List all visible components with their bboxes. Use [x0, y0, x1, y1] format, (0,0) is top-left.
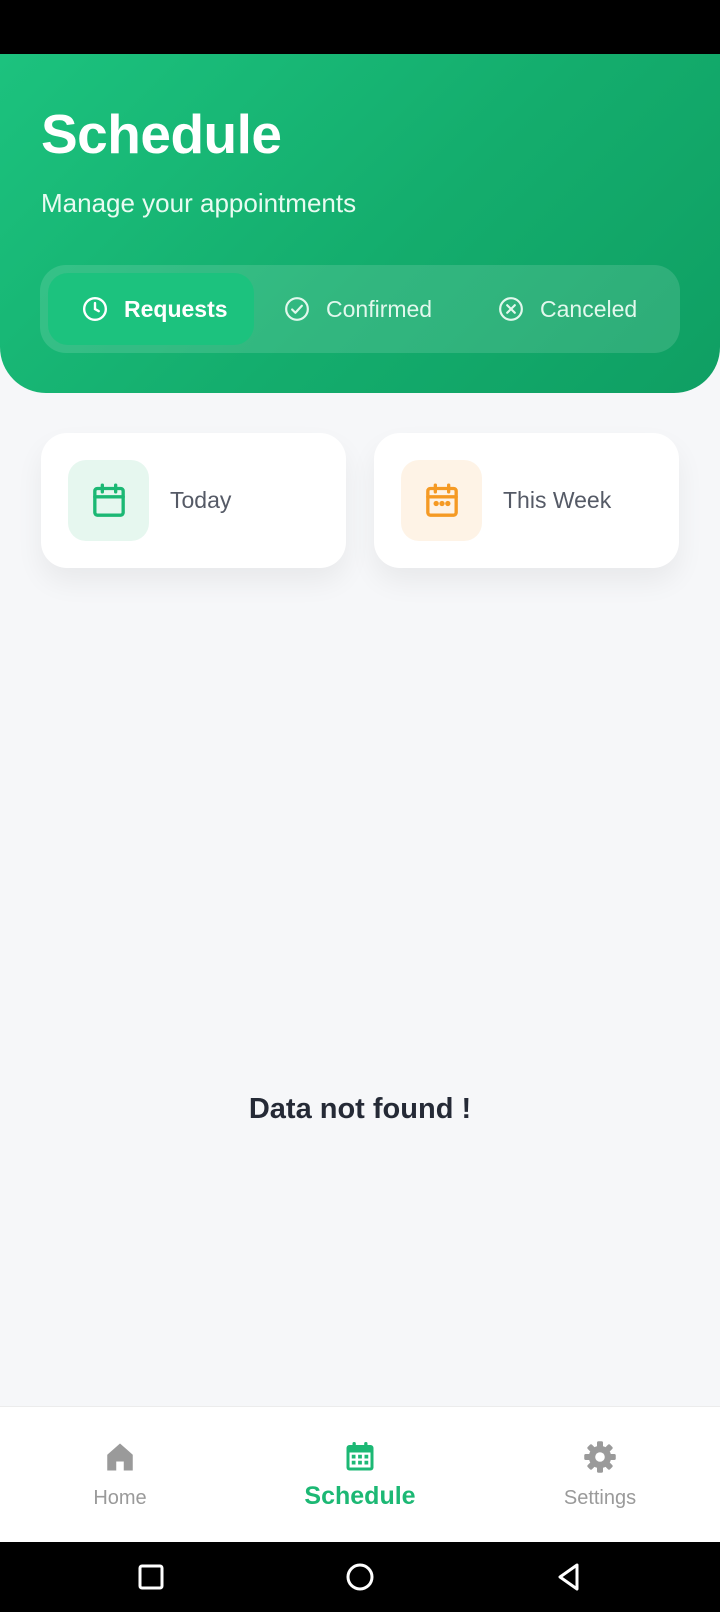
tab-confirmed[interactable]: Confirmed — [284, 273, 432, 345]
recent-apps-button[interactable] — [126, 1552, 176, 1602]
today-icon-box — [68, 460, 149, 541]
week-icon-box — [401, 460, 482, 541]
gear-icon — [584, 1441, 616, 1473]
bottom-navigation: Home Schedule Settings — [0, 1406, 720, 1543]
nav-home-label: Home — [93, 1487, 147, 1509]
calendar-grid-icon — [346, 1442, 374, 1471]
tab-requests-label: Requests — [124, 295, 228, 322]
this-week-label: This Week — [503, 487, 612, 513]
this-week-filter-card[interactable]: This Week — [374, 433, 679, 568]
status-bar — [0, 0, 720, 54]
check-circle-icon — [285, 297, 309, 321]
header: Schedule Manage your appointments Reques… — [0, 54, 720, 393]
status-tabs: Requests Confirmed Canceled — [40, 265, 680, 353]
nav-home[interactable]: Home — [40, 1407, 200, 1543]
square-icon — [138, 1564, 164, 1590]
tab-requests[interactable]: Requests — [48, 273, 254, 345]
empty-state-message: Data not found ! — [248, 1093, 472, 1125]
system-navigation-bar — [0, 1542, 720, 1612]
calendar-icon — [92, 483, 125, 517]
x-circle-icon — [499, 297, 523, 321]
nav-schedule-label: Schedule — [304, 1482, 416, 1510]
nav-settings-label: Settings — [563, 1487, 637, 1509]
today-label: Today — [170, 487, 232, 513]
tab-confirmed-label: Confirmed — [326, 295, 433, 322]
home-icon — [107, 1443, 133, 1471]
home-button[interactable] — [335, 1552, 385, 1602]
calendar-week-icon — [425, 483, 458, 517]
today-filter-card[interactable]: Today — [41, 433, 346, 568]
page-title: Schedule — [41, 103, 282, 165]
tab-canceled[interactable]: Canceled — [498, 273, 637, 345]
clock-icon — [82, 296, 108, 322]
back-button[interactable] — [544, 1552, 594, 1602]
page-subtitle: Manage your appointments — [41, 188, 357, 218]
tab-canceled-label: Canceled — [540, 295, 638, 322]
back-triangle-icon — [558, 1563, 579, 1591]
circle-icon — [346, 1563, 374, 1591]
nav-settings[interactable]: Settings — [520, 1407, 680, 1543]
nav-schedule[interactable]: Schedule — [280, 1407, 440, 1543]
